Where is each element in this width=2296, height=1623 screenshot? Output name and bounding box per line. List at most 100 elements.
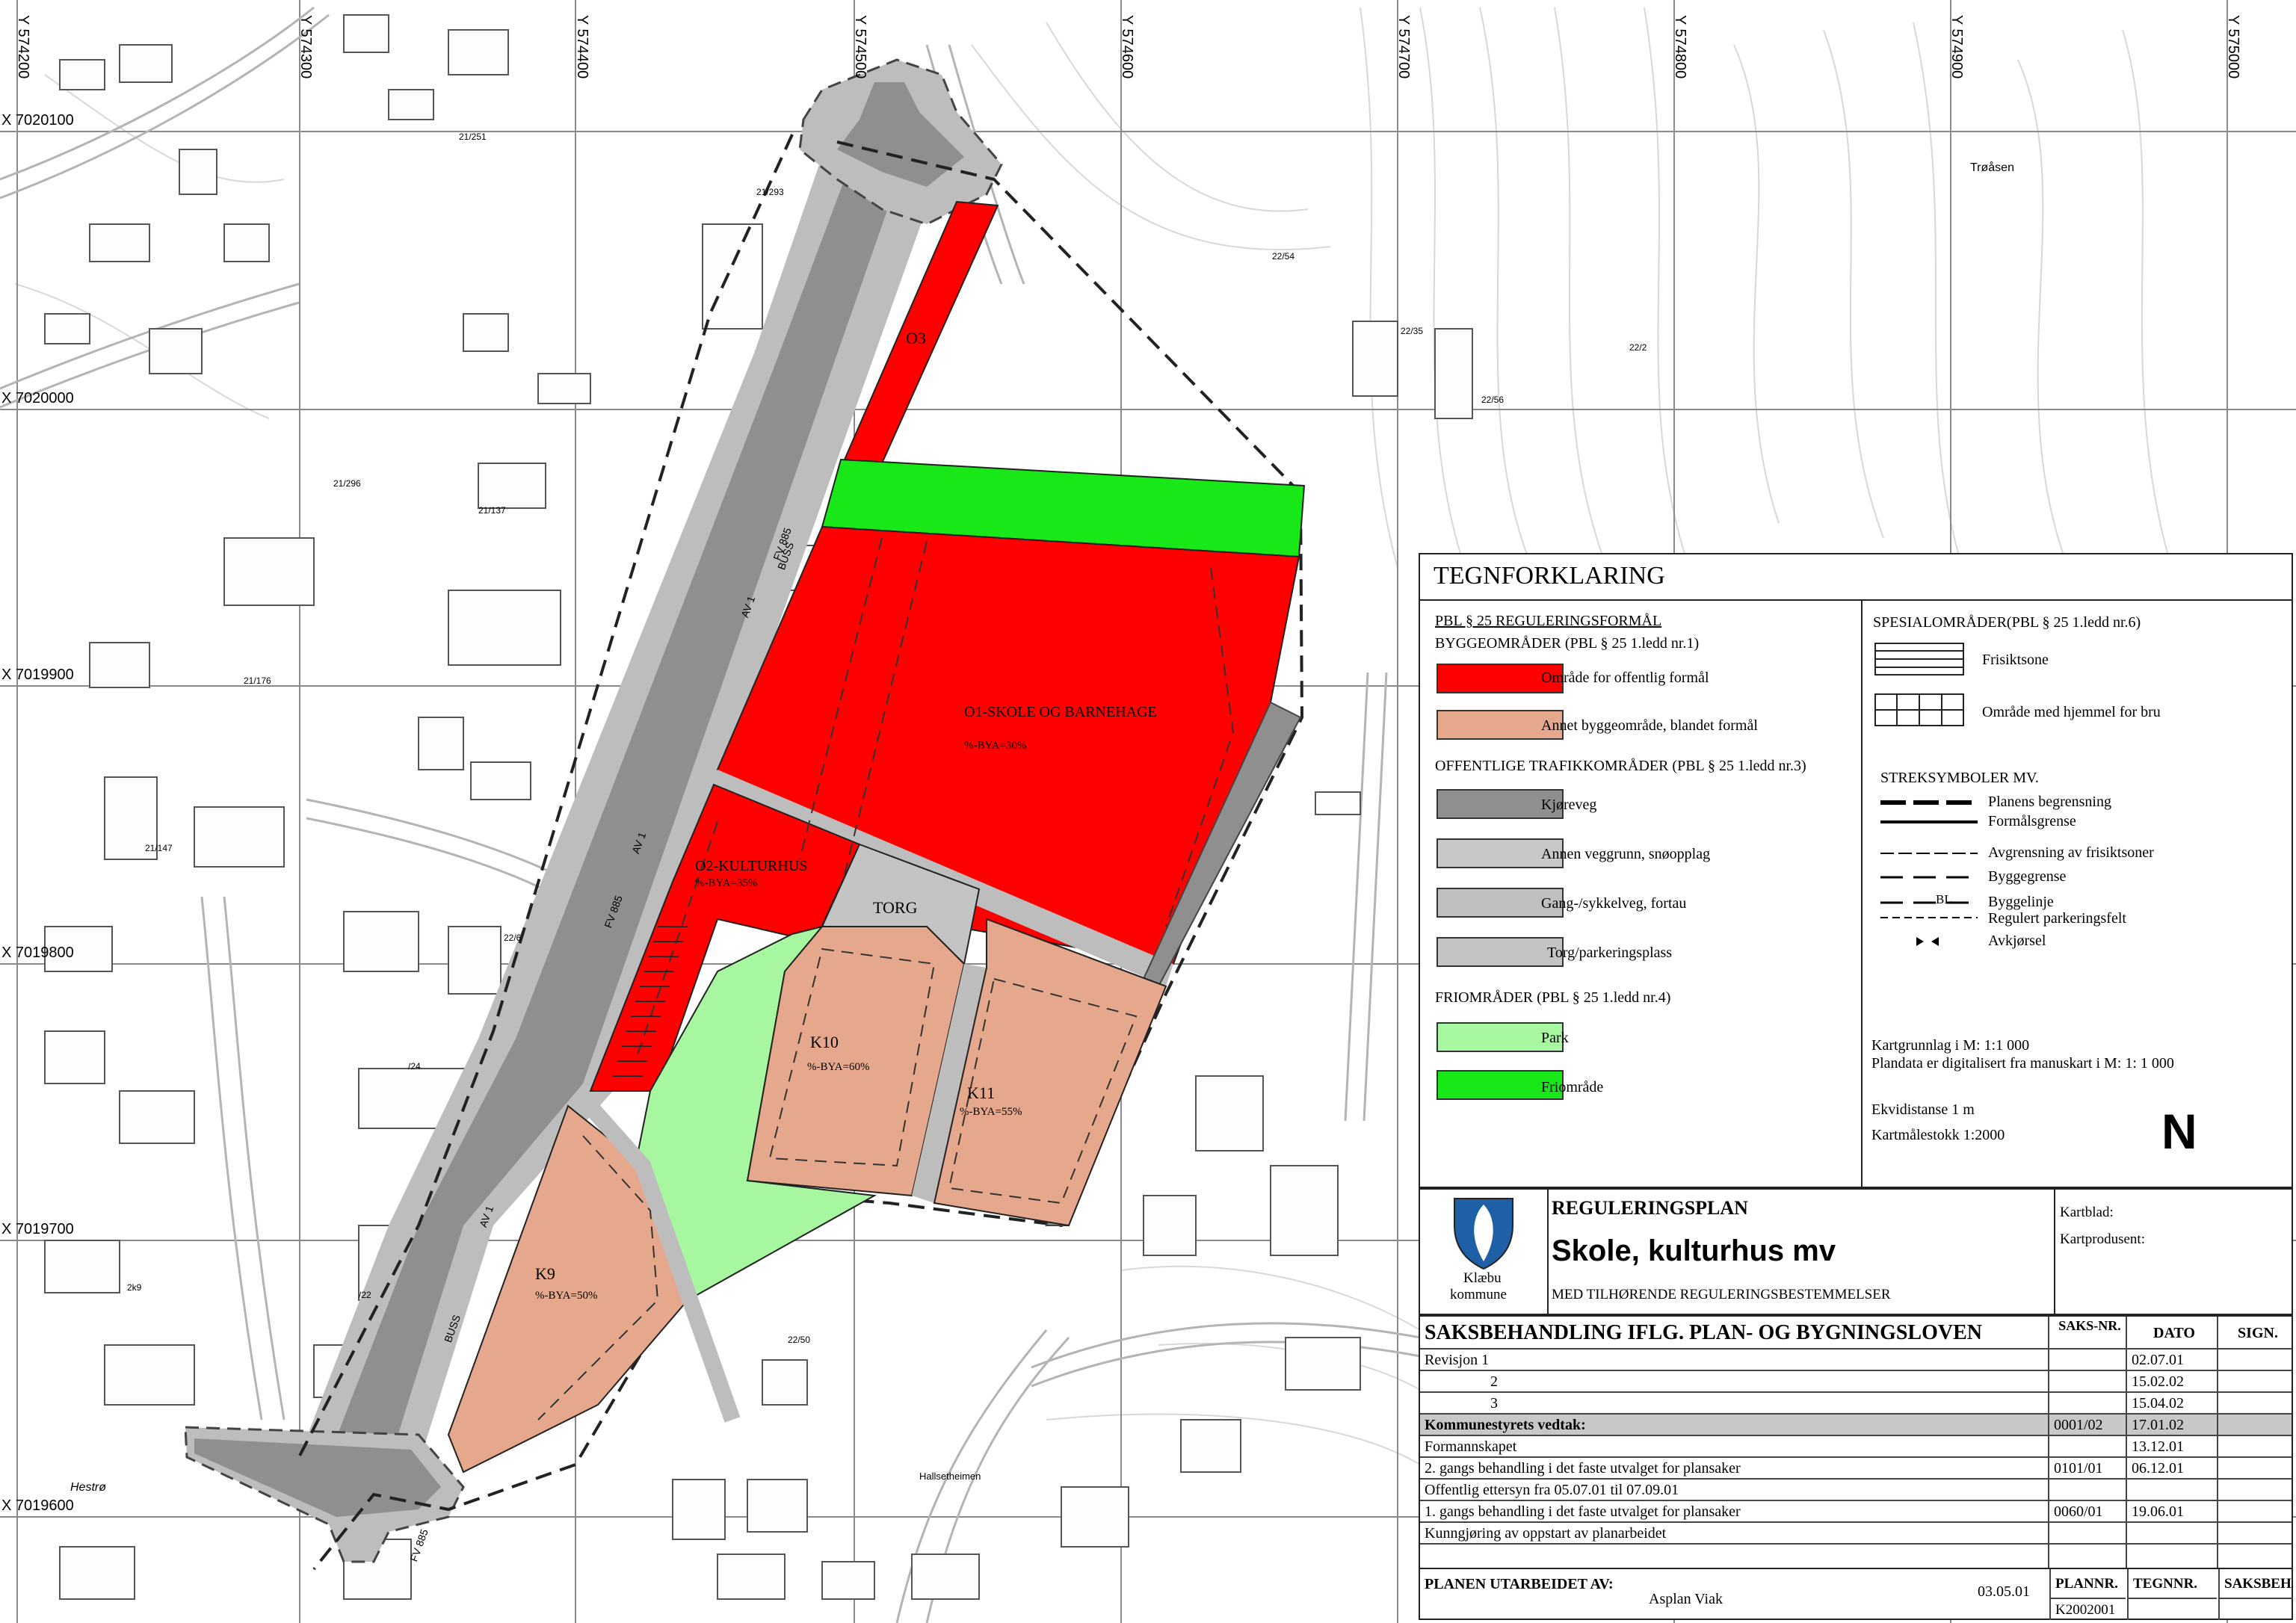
row-saksnr bbox=[2049, 1436, 2126, 1456]
row-sign bbox=[2218, 1350, 2293, 1370]
table-row: Offentlig ettersyn fra 05.07.01 til 07.0… bbox=[1420, 1480, 2292, 1501]
row-sign bbox=[2218, 1458, 2293, 1478]
swatch-bru bbox=[1874, 693, 1964, 726]
grid-x-label: X 7019900 bbox=[1, 667, 74, 683]
row-dato: 06.12.01 bbox=[2132, 1460, 2184, 1477]
streksymboler-header: STREKSYMBOLER MV. bbox=[1880, 770, 2039, 786]
row-sign bbox=[2218, 1371, 2293, 1391]
zone-label-o3: O3 bbox=[906, 329, 926, 347]
zone-bya-k10: %-BYA=60% bbox=[807, 1061, 870, 1073]
place-label: Trøåsen bbox=[1970, 161, 2014, 174]
grid-y-label: Y 574200 bbox=[15, 15, 31, 79]
utarbeidet-label: PLANEN UTARBEIDET AV: bbox=[1425, 1576, 1614, 1592]
row-label: Formannskapet bbox=[1425, 1438, 1517, 1455]
row-saksnr bbox=[2049, 1371, 2126, 1391]
col-sign: SIGN. bbox=[2238, 1325, 2278, 1341]
parcel-label: 22/2 bbox=[1629, 342, 1647, 353]
row-sign bbox=[2218, 1415, 2293, 1435]
row-saksnr bbox=[2049, 1480, 2126, 1500]
place-label: Hestrø bbox=[70, 1481, 106, 1494]
legend-park: Park bbox=[1541, 1030, 1569, 1046]
row-label: 2 bbox=[1490, 1373, 1498, 1390]
row-sign bbox=[2218, 1393, 2293, 1413]
row-dato bbox=[2127, 1480, 2217, 1500]
ekvidistanse: Ekvidistanse 1 m bbox=[1871, 1101, 1975, 1118]
grid-x-label: X 7020000 bbox=[1, 390, 74, 406]
tegnnr-value bbox=[2127, 1598, 2217, 1620]
row-sign bbox=[2218, 1436, 2293, 1456]
utarbeidet-date: 03.05.01 bbox=[1978, 1583, 2030, 1600]
legend-veggrunn: Annen veggrunn, snøopplag bbox=[1541, 846, 1711, 862]
parcel-label: 21/176 bbox=[244, 676, 271, 686]
legend-title: TEGNFORKLARING bbox=[1434, 562, 1665, 590]
parcel-label: 22/54 bbox=[1272, 251, 1295, 262]
case-table: SAKSBEHANDLING IFLG. PLAN- OG BYGNINGSLO… bbox=[1419, 1315, 2293, 1620]
grid-y-label: Y 574900 bbox=[1948, 15, 1965, 79]
parcel-label: /24 bbox=[408, 1061, 421, 1072]
kommune-name: kommune bbox=[1450, 1287, 1507, 1302]
spesial-header: SPESIALOMRÅDER(PBL § 25 1.ledd nr.6) bbox=[1873, 614, 2141, 631]
parcel-label: 22/6 bbox=[504, 933, 522, 943]
grid-y-label: Y 574400 bbox=[574, 15, 590, 79]
row-saksnr bbox=[2049, 1523, 2126, 1543]
parcel-label: 21/293 bbox=[756, 187, 784, 197]
grid-x-label: X 7020100 bbox=[1, 112, 74, 129]
plan-name: Skole, kulturhus mv bbox=[1552, 1234, 1836, 1267]
parcel-label: /22 bbox=[359, 1290, 371, 1300]
row-sign bbox=[2218, 1501, 2293, 1521]
grid-y-label: Y 574700 bbox=[1395, 15, 1412, 79]
utarbeidet-by: Asplan Viak bbox=[1649, 1591, 1723, 1607]
row-sign bbox=[2218, 1523, 2293, 1543]
legend-gang: Gang-/sykkelveg, fortau bbox=[1541, 895, 1687, 912]
legend-panel: TEGNFORKLARING PBL § 25 REGULERINGSFORMÅ… bbox=[1419, 553, 2293, 1188]
parcel-label: 22/56 bbox=[1481, 395, 1505, 405]
zone-label-k9: K9 bbox=[535, 1264, 555, 1283]
grid-x-label: X 7019700 bbox=[1, 1221, 74, 1237]
row-label: Kunngjøring av oppstart av planarbeidet bbox=[1425, 1525, 1667, 1542]
grid-y-label: Y 574500 bbox=[852, 15, 868, 79]
row-dato: 17.01.02 bbox=[2132, 1417, 2184, 1433]
legend-avgrensning: Avgrensning av frisiktsoner bbox=[1988, 844, 2154, 861]
grid-y-label: Y 574600 bbox=[1119, 15, 1135, 79]
zone-label-o2: O2-KULTURHUS bbox=[695, 858, 808, 874]
fri-header: FRIOMRÅDER (PBL § 25 1.ledd nr.4) bbox=[1435, 989, 1671, 1006]
row-label: Offentlig ettersyn fra 05.07.01 til 07.0… bbox=[1425, 1482, 1679, 1498]
row-dato: 19.06.01 bbox=[2132, 1503, 2184, 1520]
row-dato bbox=[2127, 1523, 2217, 1543]
row-saksnr: 0001/02 bbox=[2054, 1417, 2103, 1433]
row-sign bbox=[2218, 1480, 2293, 1500]
row-label: 1. gangs behandling i det faste utvalget… bbox=[1425, 1503, 1741, 1520]
kommune-name: Klæbu bbox=[1463, 1270, 1502, 1286]
kommune-logo bbox=[1454, 1198, 1513, 1270]
table-row: Kunngjøring av oppstart av planarbeidet bbox=[1420, 1523, 2292, 1545]
bl-symbol: BL bbox=[1936, 892, 1952, 906]
row-saksnr bbox=[2049, 1393, 2126, 1413]
swatch-frisikt bbox=[1874, 643, 1964, 676]
zone-bya-k11: %-BYA=55% bbox=[960, 1106, 1022, 1118]
legend-byggegrense: Byggegrense bbox=[1988, 868, 2067, 885]
pbl-header: PBL § 25 REGULERINGSFORMÅL bbox=[1435, 613, 1662, 629]
zone-bya-o1: %-BYA=30% bbox=[964, 740, 1027, 752]
plan-subtitle: MED TILHØRENDE REGULERINGSBESTEMMELSER bbox=[1552, 1287, 1891, 1302]
legend-kjoreveg: Kjøreveg bbox=[1541, 797, 1597, 813]
line-symbols bbox=[1880, 800, 1978, 946]
swatch-torg bbox=[1436, 937, 1564, 967]
grid-y-label: Y 575000 bbox=[2225, 15, 2241, 79]
legend-avkjorsel: Avkjørsel bbox=[1988, 933, 2046, 949]
parcel-label: 2k9 bbox=[127, 1282, 142, 1293]
row-saksnr bbox=[2049, 1350, 2126, 1370]
zone-label-o1: O1-SKOLE OG BARNEHAGE bbox=[964, 704, 1157, 720]
parcel-label: 21/137 bbox=[478, 505, 506, 516]
table-row: Formannskapet 13.12.01 bbox=[1420, 1436, 2292, 1458]
table-row: 2 15.02.02 bbox=[1420, 1371, 2292, 1393]
row-saksnr: 0101/01 bbox=[2054, 1460, 2103, 1477]
kartblad-label: Kartblad: bbox=[2060, 1205, 2114, 1220]
trafikk-header: OFFENTLIGE TRAFIKKOMRÅDER (PBL § 25 1.le… bbox=[1435, 758, 1806, 774]
kartprodusent-label: Kartprodusent: bbox=[2060, 1231, 2145, 1247]
row-saksnr: 0060/01 bbox=[2054, 1503, 2103, 1520]
col-dato: DATO bbox=[2153, 1325, 2195, 1341]
kartgrunnlag: Kartgrunnlag i M: 1:1 000 bbox=[1871, 1037, 2030, 1054]
parcel-label: 21/251 bbox=[459, 132, 487, 142]
grid-x-label: X 7019600 bbox=[1, 1497, 74, 1514]
north-arrow-icon: N bbox=[2161, 1104, 2197, 1159]
